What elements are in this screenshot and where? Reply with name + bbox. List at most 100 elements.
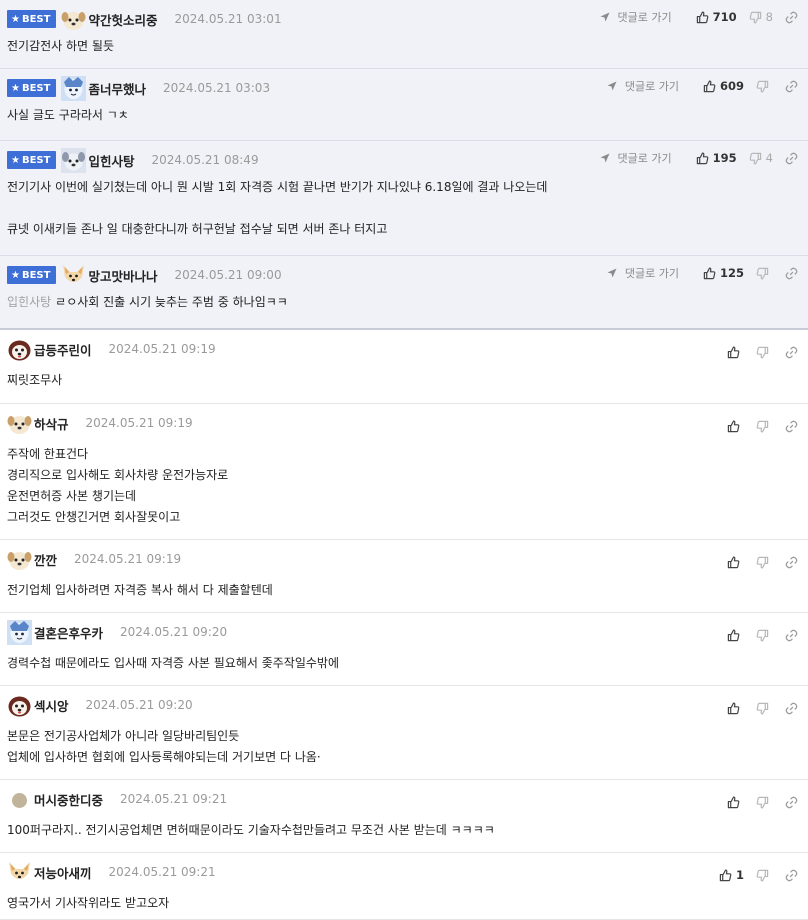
link-icon[interactable] [785, 796, 798, 809]
comment-date: 2024.05.21 09:19 [74, 552, 182, 566]
upvote-button[interactable]: 125 [703, 266, 744, 280]
comment-text: 찌릿조무사 [7, 373, 63, 387]
upvote-button[interactable]: 710 [696, 10, 737, 24]
downvote-button[interactable] [756, 80, 773, 93]
comment-actions [715, 699, 798, 717]
nickname[interactable]: 결혼은후우카 [34, 623, 103, 642]
nickname[interactable]: 급등주린이 [34, 340, 92, 359]
thumbs-up-icon [727, 420, 740, 433]
link-icon[interactable] [785, 267, 798, 280]
downvote-button[interactable] [756, 629, 773, 642]
nickname[interactable]: 좀너무했나 [88, 79, 146, 98]
link-icon[interactable] [785, 420, 798, 433]
thumbs-down-icon [749, 11, 762, 24]
upvote-button[interactable]: 195 [696, 151, 737, 165]
comment-text: 100퍼구라지.. 전기시공업체면 면허때문이라도 기술자수첩만들려고 무조건 … [7, 823, 495, 837]
nickname[interactable]: 입힌사탕 [88, 151, 134, 170]
link-icon[interactable] [785, 702, 798, 715]
link-icon[interactable] [785, 556, 798, 569]
comment-body: 경력수첩 때문에라도 입사때 자격증 사본 필요해서 좆주작일수밖에 [7, 653, 339, 674]
goto-comment-link[interactable]: 댓글로 가기 [607, 265, 679, 281]
upvote-button[interactable] [727, 702, 744, 715]
upvote-button[interactable]: 1 [719, 868, 744, 882]
downvote-button[interactable]: 4 [749, 151, 773, 165]
link-icon[interactable] [785, 152, 798, 165]
blue-character-avatar-icon[interactable] [7, 619, 32, 645]
nickname[interactable]: 머시중한디중 [34, 790, 103, 809]
goto-comment-link[interactable]: 댓글로 가기 [600, 9, 672, 25]
link-icon[interactable] [785, 11, 798, 24]
link-icon[interactable] [785, 869, 798, 882]
dog-beige-avatar-icon[interactable] [7, 547, 32, 572]
downvote-button[interactable] [756, 346, 773, 359]
goto-comment-link[interactable]: 댓글로 가기 [600, 150, 672, 166]
comment-header: 섹시앙 2024.05.21 09:20 [7, 694, 193, 716]
downvote-button[interactable] [756, 796, 773, 809]
thumbs-down-icon [756, 420, 769, 433]
blue-character-avatar-icon[interactable] [61, 75, 87, 101]
best-badge: ★ BEST [7, 151, 57, 169]
thumbs-up-icon [696, 11, 709, 24]
comment-line: 큐넷 이새키들 존나 일 대충한다니까 허구헌날 접수날 되면 서버 존나 터지… [7, 219, 547, 240]
comment-line: 그러것도 안챙긴거면 회사잘못이고 [7, 507, 228, 528]
nickname[interactable]: 망고맛바나나 [88, 266, 157, 285]
best-comment: ★ BEST 망고맛바나나 2024.05.21 09:00 댓글로 가기 125 입힌사탕… [0, 256, 808, 330]
arrow-icon [600, 12, 614, 22]
dog-beige-avatar-icon[interactable] [7, 411, 32, 436]
downvote-button[interactable] [756, 869, 773, 882]
upvote-button[interactable] [727, 346, 744, 359]
comment-body: 입힌사탕 ㄹㅇ사회 진출 시기 늦추는 주범 중 하나임ㅋㅋ [7, 292, 288, 313]
downvote-button[interactable]: 8 [749, 10, 773, 24]
dog-red-avatar-icon[interactable] [7, 337, 32, 362]
arrow-icon [607, 268, 621, 278]
downvote-button[interactable] [756, 556, 773, 569]
nickname[interactable]: 하삭규 [34, 414, 69, 433]
best-label: BEST [21, 13, 51, 25]
circle-avatar-icon[interactable] [7, 787, 32, 812]
nickname[interactable]: 약간헛소리중 [88, 10, 157, 29]
thumbs-down-icon [756, 702, 769, 715]
upvote-count: 710 [712, 10, 737, 24]
dog-beige-avatar-icon[interactable] [61, 7, 86, 32]
comment-line: 사실 글도 구라라서 ㄱㅊ [7, 105, 129, 126]
comment-line: 100퍼구라지.. 전기시공업체면 면허때문이라도 기술자수첩만들려고 무조건 … [7, 820, 495, 841]
comment-line: 경리직으로 입사해도 회사차량 운전가능자로 [7, 465, 228, 486]
best-badge: ★ BEST [7, 79, 57, 97]
best-label: BEST [21, 82, 51, 94]
fox-avatar-icon[interactable] [7, 860, 32, 885]
comment-date: 2024.05.21 09:20 [120, 625, 228, 639]
comment-actions: 댓글로 가기 710 8 [600, 8, 798, 26]
fox-avatar-icon[interactable] [61, 263, 86, 288]
comment-line: 영국가서 기사작위라도 받고오자 [7, 893, 169, 914]
nickname[interactable]: 저능아새끼 [34, 863, 92, 882]
comment-text: 전기기사 이번에 실기쳤는데 아니 뭔 시발 1회 자격증 시험 끝나면 반기가… [7, 180, 548, 194]
comment-header: 급등주린이 2024.05.21 09:19 [7, 338, 216, 360]
nickname[interactable]: 깐깐 [34, 550, 57, 569]
link-icon[interactable] [785, 346, 798, 359]
comment-text: ㄹㅇ사회 진출 시기 늦추는 주범 중 하나임ㅋㅋ [55, 295, 288, 309]
upvote-button[interactable]: 609 [703, 79, 744, 93]
upvote-button[interactable] [727, 629, 744, 642]
upvote-button[interactable] [727, 556, 744, 569]
link-icon[interactable] [785, 629, 798, 642]
dog-gray-avatar-icon[interactable] [61, 147, 87, 173]
goto-comment-link[interactable]: 댓글로 가기 [607, 78, 679, 94]
best-badge: ★ BEST [7, 266, 57, 284]
thumbs-down-icon [756, 556, 769, 569]
dog-red-avatar-icon[interactable] [7, 693, 32, 718]
downvote-button[interactable] [756, 702, 773, 715]
downvote-button[interactable] [756, 420, 773, 433]
comment-text: 운전면허증 사본 챙기는데 [7, 489, 137, 503]
comment-body: 전기감전사 하면 될듯 [7, 36, 114, 57]
reply-to-nickname[interactable]: 입힌사탕 [7, 295, 51, 309]
star-icon: ★ [11, 13, 20, 25]
thumbs-down-icon [756, 629, 769, 642]
comment-text: 전기감전사 하면 될듯 [7, 39, 114, 53]
link-icon[interactable] [785, 80, 798, 93]
comment-body: 주작에 한표건다 경리직으로 입사해도 회사차량 운전가능자로 운전면허증 사본 챙… [7, 444, 228, 528]
upvote-button[interactable] [727, 796, 744, 809]
comment-date: 2024.05.21 09:19 [108, 342, 216, 356]
upvote-button[interactable] [727, 420, 744, 433]
nickname[interactable]: 섹시앙 [34, 696, 69, 715]
downvote-button[interactable] [756, 267, 773, 280]
